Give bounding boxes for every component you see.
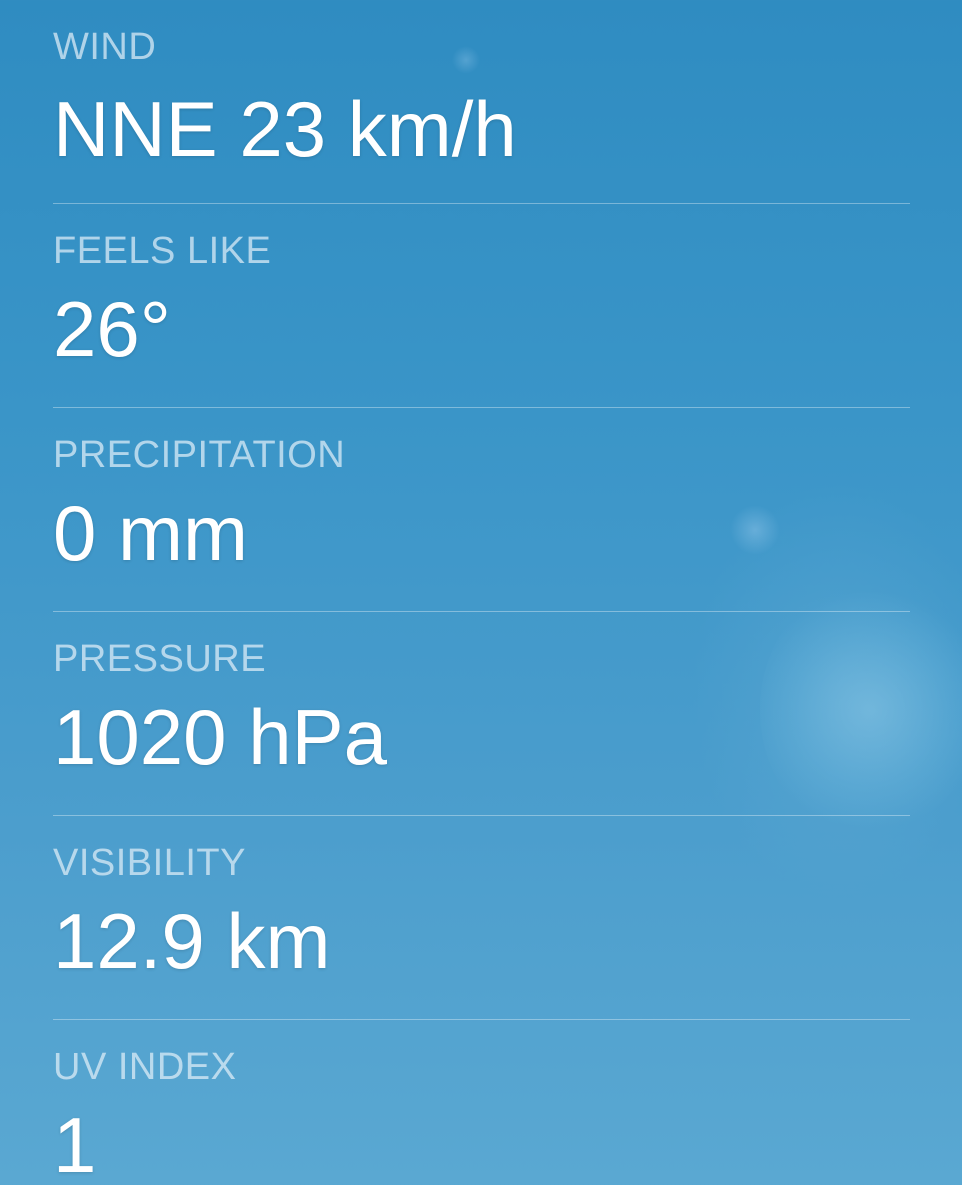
detail-value: 1020 hPa: [53, 693, 387, 781]
detail-row-precipitation: PRECIPITATION 0 mm: [53, 408, 910, 612]
detail-label: VISIBILITY: [53, 842, 246, 884]
detail-row-pressure: PRESSURE 1020 hPa: [53, 612, 910, 816]
detail-row-feels-like: FEELS LIKE 26°: [53, 204, 910, 408]
detail-value: NNE 23 km/h: [53, 85, 517, 173]
detail-label: FEELS LIKE: [53, 230, 272, 272]
detail-label: PRESSURE: [53, 638, 267, 680]
detail-value: 26°: [53, 285, 171, 373]
detail-value: 0 mm: [53, 489, 248, 577]
detail-label: WIND: [53, 26, 157, 68]
detail-value: 1: [53, 1101, 97, 1185]
detail-row-visibility: VISIBILITY 12.9 km: [53, 816, 910, 1020]
detail-row-wind: WIND NNE 23 km/h: [53, 0, 910, 204]
detail-label: UV INDEX: [53, 1046, 237, 1088]
detail-row-uv-index: UV INDEX 1: [53, 1020, 910, 1185]
detail-value: 12.9 km: [53, 897, 331, 985]
weather-details-list[interactable]: WIND NNE 23 km/h FEELS LIKE 26° PRECIPIT…: [53, 0, 910, 1185]
detail-label: PRECIPITATION: [53, 434, 346, 476]
